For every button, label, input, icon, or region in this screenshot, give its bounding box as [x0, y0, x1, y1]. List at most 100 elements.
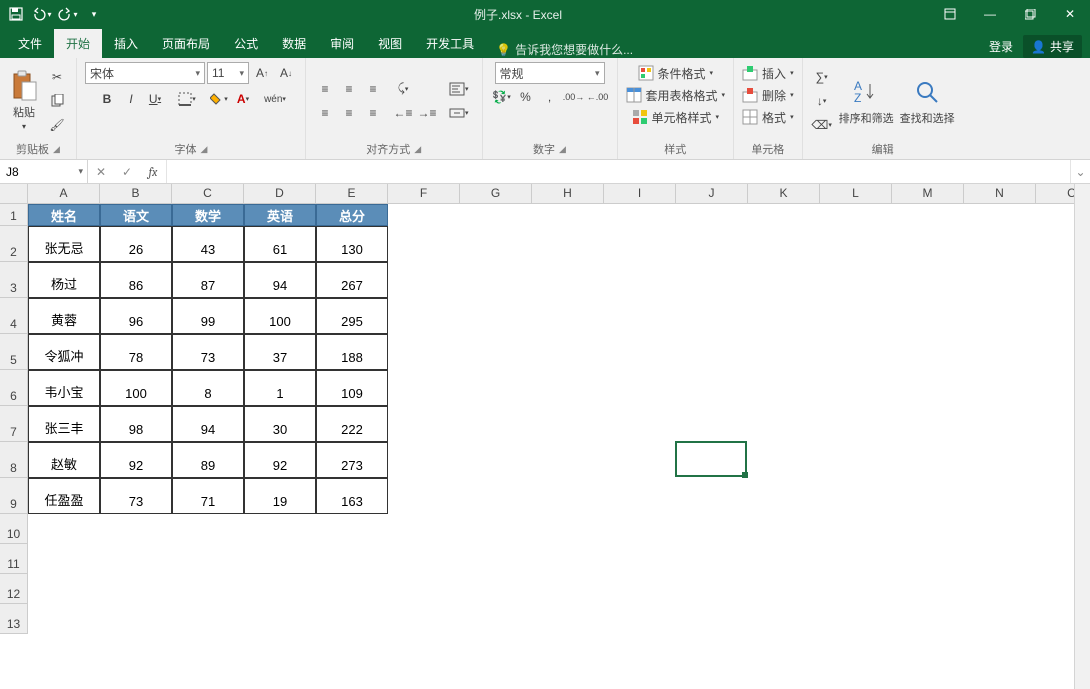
cut-button[interactable]: ✂	[46, 66, 68, 88]
tab-dev[interactable]: 开发工具	[414, 29, 486, 58]
row-header[interactable]: 10	[0, 514, 28, 544]
cell[interactable]: 89	[172, 442, 244, 478]
share-button[interactable]: 👤共享	[1023, 35, 1082, 58]
col-header[interactable]: N	[964, 184, 1036, 204]
save-button[interactable]	[4, 2, 28, 26]
cell[interactable]: 8	[172, 370, 244, 406]
cancel-formula-button[interactable]: ✕	[88, 165, 114, 179]
cell[interactable]: 267	[316, 262, 388, 298]
cell[interactable]: 令狐冲	[28, 334, 100, 370]
fill-button[interactable]: ↓▾	[811, 90, 833, 112]
font-size-combo[interactable]: 11▾	[207, 62, 249, 84]
indent-increase-button[interactable]: →≡	[416, 102, 438, 124]
align-launcher[interactable]: ◢	[414, 144, 421, 155]
cell[interactable]: 163	[316, 478, 388, 514]
currency-button[interactable]: 💱▾	[491, 86, 513, 108]
find-select-button[interactable]: 查找和选择	[900, 76, 955, 126]
cell[interactable]: 26	[100, 226, 172, 262]
col-header[interactable]: G	[460, 184, 532, 204]
fx-button[interactable]: fx	[140, 165, 166, 179]
indent-decrease-button[interactable]: ←≡	[392, 102, 414, 124]
cell[interactable]: 语文	[100, 204, 172, 226]
increase-decimal-button[interactable]: .00→	[563, 86, 585, 108]
orientation-button[interactable]: ⤹▾	[392, 78, 414, 100]
cell[interactable]: 英语	[244, 204, 316, 226]
tab-formulas[interactable]: 公式	[222, 29, 270, 58]
italic-button[interactable]: I	[120, 88, 142, 110]
qat-customize[interactable]: ▾	[82, 2, 106, 26]
col-header[interactable]: I	[604, 184, 676, 204]
cell[interactable]: 188	[316, 334, 388, 370]
cell[interactable]: 73	[100, 478, 172, 514]
tab-home[interactable]: 开始	[54, 29, 102, 58]
cell[interactable]: 赵敏	[28, 442, 100, 478]
increase-font-button[interactable]: A↑	[251, 62, 273, 84]
col-header[interactable]: M	[892, 184, 964, 204]
redo-button[interactable]: ▾	[56, 2, 80, 26]
col-header[interactable]: B	[100, 184, 172, 204]
col-header[interactable]: H	[532, 184, 604, 204]
login-link[interactable]: 登录	[989, 38, 1013, 55]
tab-data[interactable]: 数据	[270, 29, 318, 58]
row-header[interactable]: 13	[0, 604, 28, 634]
border-button[interactable]: ▾	[176, 88, 198, 110]
align-bottom-button[interactable]: ≡	[362, 78, 384, 100]
cell[interactable]: 98	[100, 406, 172, 442]
font-name-combo[interactable]: 宋体▾	[85, 62, 205, 84]
row-header[interactable]: 4	[0, 298, 28, 334]
sort-filter-button[interactable]: AZ 排序和筛选	[839, 76, 894, 126]
fill-handle[interactable]	[742, 472, 748, 478]
formula-input[interactable]	[167, 160, 1070, 183]
clear-button[interactable]: ⌫▾	[811, 114, 833, 136]
cell[interactable]: 99	[172, 298, 244, 334]
tell-me[interactable]: 💡告诉我您想要做什么...	[496, 41, 633, 58]
row-header[interactable]: 9	[0, 478, 28, 514]
cell[interactable]: 张三丰	[28, 406, 100, 442]
clipboard-launcher[interactable]: ◢	[53, 144, 60, 155]
undo-button[interactable]: ▾	[30, 2, 54, 26]
cell[interactable]: 姓名	[28, 204, 100, 226]
select-all-corner[interactable]	[0, 184, 28, 204]
cell[interactable]: 73	[172, 334, 244, 370]
decrease-font-button[interactable]: A↓	[275, 62, 297, 84]
phonetic-button[interactable]: wén▾	[264, 88, 286, 110]
tab-layout[interactable]: 页面布局	[150, 29, 222, 58]
row-header[interactable]: 5	[0, 334, 28, 370]
fill-color-button[interactable]: ▾	[208, 88, 230, 110]
col-header[interactable]: K	[748, 184, 820, 204]
spreadsheet-grid[interactable]: ABCDEFGHIJKLMNC 12345678910111213 姓名语文数学…	[0, 184, 1090, 689]
cell[interactable]: 61	[244, 226, 316, 262]
cell[interactable]: 78	[100, 334, 172, 370]
autosum-button[interactable]: ∑▾	[811, 66, 833, 88]
cell[interactable]: 100	[100, 370, 172, 406]
cell[interactable]: 87	[172, 262, 244, 298]
cell[interactable]: 109	[316, 370, 388, 406]
paste-button[interactable]: 粘贴▾	[8, 70, 40, 131]
tab-insert[interactable]: 插入	[102, 29, 150, 58]
col-header[interactable]: D	[244, 184, 316, 204]
cell[interactable]: 222	[316, 406, 388, 442]
align-left-button[interactable]: ≡	[314, 102, 336, 124]
align-center-button[interactable]: ≡	[338, 102, 360, 124]
font-color-button[interactable]: A▾	[232, 88, 254, 110]
cell[interactable]: 100	[244, 298, 316, 334]
cell[interactable]: 黄蓉	[28, 298, 100, 334]
cell[interactable]: 92	[100, 442, 172, 478]
cell[interactable]: 86	[100, 262, 172, 298]
conditional-format-button[interactable]: 条件格式▾	[638, 62, 714, 84]
row-header[interactable]: 6	[0, 370, 28, 406]
col-header[interactable]: L	[820, 184, 892, 204]
close-button[interactable]: ✕	[1050, 0, 1090, 28]
cell[interactable]: 92	[244, 442, 316, 478]
cell[interactable]: 杨过	[28, 262, 100, 298]
row-header[interactable]: 3	[0, 262, 28, 298]
vertical-scrollbar[interactable]	[1074, 184, 1090, 689]
row-header[interactable]: 12	[0, 574, 28, 604]
minimize-button[interactable]: —	[970, 0, 1010, 28]
cell[interactable]: 张无忌	[28, 226, 100, 262]
ribbon-options-button[interactable]	[930, 0, 970, 28]
cell[interactable]: 71	[172, 478, 244, 514]
bold-button[interactable]: B	[96, 88, 118, 110]
row-header[interactable]: 2	[0, 226, 28, 262]
enter-formula-button[interactable]: ✓	[114, 165, 140, 179]
